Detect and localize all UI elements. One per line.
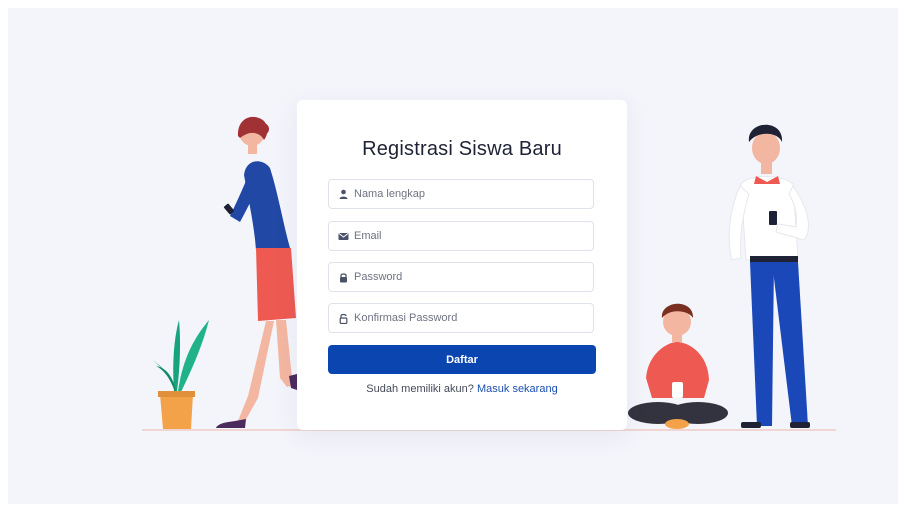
envelope-icon: [338, 233, 349, 240]
form-title: Registrasi Siswa Baru: [362, 138, 562, 160]
email-field[interactable]: [328, 221, 594, 251]
registration-card: Registrasi Siswa Baru Nama lengkap Email…: [297, 100, 627, 430]
woman-with-phone-illustration: [216, 116, 297, 428]
login-link[interactable]: Masuk sekarang: [477, 383, 558, 395]
boy-sitting-illustration: [628, 303, 728, 429]
unlock-icon: [339, 313, 348, 324]
man-with-phone-illustration: [728, 124, 810, 428]
register-button[interactable]: Daftar: [328, 345, 596, 374]
page-background: Registrasi Siswa Baru Nama lengkap Email…: [8, 8, 898, 504]
full-name-field[interactable]: [328, 179, 594, 209]
confirm-password-input[interactable]: [354, 304, 589, 332]
login-prompt-text: Sudah memiliki akun?: [366, 383, 474, 395]
full-name-input[interactable]: [354, 180, 589, 208]
login-prompt: Sudah memiliki akun? Masuk sekarang: [297, 383, 627, 395]
password-field[interactable]: [328, 262, 594, 292]
confirm-password-field[interactable]: [328, 303, 594, 333]
user-icon: [339, 189, 348, 199]
potted-plant-illustration: [150, 320, 209, 429]
email-input[interactable]: [354, 222, 589, 250]
password-input[interactable]: [354, 263, 589, 291]
lock-icon: [340, 273, 347, 283]
